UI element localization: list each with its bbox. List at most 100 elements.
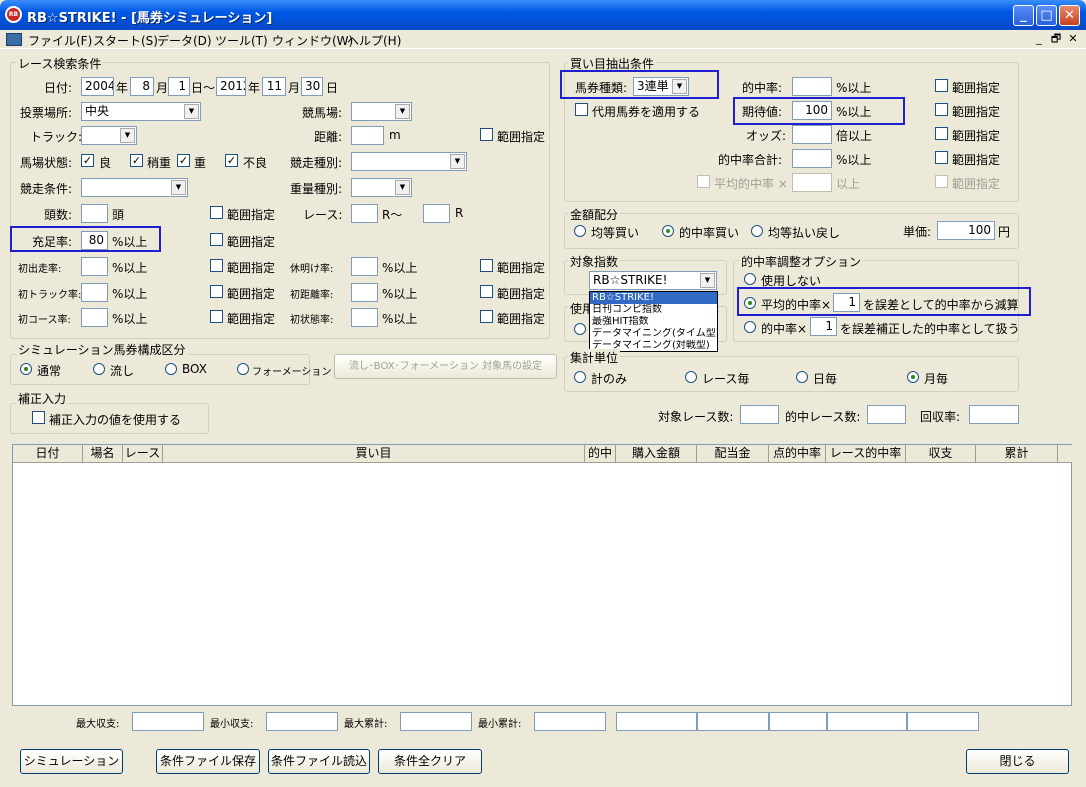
minimize-button[interactable]: _	[1013, 5, 1034, 26]
start-day-input[interactable]: 1	[168, 77, 190, 96]
first-cond-input[interactable]	[351, 308, 378, 327]
chevron-down-icon[interactable]: ▼	[395, 104, 410, 119]
chevron-down-icon[interactable]: ▼	[700, 273, 715, 288]
aggregate-month-radio[interactable]	[907, 371, 919, 383]
first-track-input[interactable]	[81, 283, 108, 302]
index-select[interactable]: RB☆STRIKE! ▼	[589, 271, 717, 290]
col-hit[interactable]: 的中	[585, 445, 616, 463]
clear-conditions-button[interactable]: 条件全クリア	[378, 749, 482, 774]
close-window-button[interactable]: ✕	[1059, 5, 1080, 26]
first-run-range-checkbox[interactable]	[210, 259, 223, 272]
mdi-restore-button[interactable]: 🗗	[1049, 33, 1063, 46]
col-bets[interactable]: 買い目	[163, 445, 585, 463]
first-track-range-checkbox[interactable]	[210, 285, 223, 298]
odds-input[interactable]	[792, 125, 832, 144]
fill-rate-range-checkbox[interactable]	[210, 233, 223, 246]
index-option[interactable]: データマイニング(タイム型)	[590, 328, 717, 340]
rest-input[interactable]	[351, 257, 378, 276]
col-balance[interactable]: 収支	[906, 445, 976, 463]
title-bar[interactable]: RB RB☆STRIKE! - [馬券シミュレーション] _ □ ✕	[0, 0, 1086, 30]
track-place-select[interactable]: ▼	[351, 102, 412, 121]
sim-normal-radio[interactable]	[20, 363, 32, 375]
sim-nagashi-radio[interactable]	[93, 363, 105, 375]
hit-rate-range-checkbox[interactable]	[935, 79, 948, 92]
heads-range-checkbox[interactable]	[210, 206, 223, 219]
start-month-input[interactable]: 8	[130, 77, 154, 96]
chevron-down-icon[interactable]: ▼	[184, 104, 199, 119]
aggregate-race-radio[interactable]	[685, 371, 697, 383]
distance-range-checkbox[interactable]	[480, 128, 493, 141]
cond-slightly-checkbox[interactable]: ✓	[130, 154, 143, 167]
race-from-input[interactable]	[351, 204, 378, 223]
avg-hit-input[interactable]	[792, 173, 832, 192]
col-race[interactable]: レース	[123, 445, 163, 463]
save-conditions-button[interactable]: 条件ファイル保存	[156, 749, 260, 774]
hit-total-range-checkbox[interactable]	[935, 151, 948, 164]
index-dropdown-list[interactable]: RB☆STRIKE! 日刊コンピ指数 最強HIT指数 データマイニング(タイム型…	[589, 291, 718, 352]
col-cumulative[interactable]: 累計	[976, 445, 1058, 463]
substitute-checkbox[interactable]	[575, 103, 588, 116]
menu-start[interactable]: スタート(S)	[93, 32, 158, 49]
col-date[interactable]: 日付	[13, 445, 83, 463]
adjust-rate-radio[interactable]	[744, 321, 756, 333]
chevron-down-icon[interactable]: ▼	[450, 154, 465, 169]
unit-price-input[interactable]: 100	[937, 221, 995, 240]
menu-window[interactable]: ウィンドウ(W)	[272, 32, 353, 49]
hit-rate-input[interactable]	[792, 77, 832, 96]
chevron-down-icon[interactable]: ▼	[171, 180, 186, 195]
cond-bad-checkbox[interactable]: ✓	[225, 154, 238, 167]
odds-range-checkbox[interactable]	[935, 127, 948, 140]
end-day-input[interactable]: 30	[301, 77, 323, 96]
use-radio[interactable]	[574, 323, 586, 335]
simulate-button[interactable]: シミュレーション	[20, 749, 123, 774]
correction-checkbox[interactable]	[32, 411, 45, 424]
venue-select[interactable]: 中央 ▼	[81, 102, 201, 121]
avg-hit-checkbox[interactable]	[697, 175, 710, 188]
cond-heavy-checkbox[interactable]: ✓	[177, 154, 190, 167]
index-option[interactable]: RB☆STRIKE!	[590, 292, 717, 304]
start-year-input[interactable]: 2004	[81, 77, 114, 96]
chevron-down-icon[interactable]: ▼	[395, 180, 410, 195]
col-payout[interactable]: 配当金	[697, 445, 769, 463]
aggregate-total-radio[interactable]	[574, 371, 586, 383]
first-dist-range-checkbox[interactable]	[480, 285, 493, 298]
close-button[interactable]: 閉じる	[966, 749, 1069, 774]
aggregate-day-radio[interactable]	[796, 371, 808, 383]
menu-file[interactable]: ファイル(F)	[28, 32, 92, 49]
allocation-hit-radio[interactable]	[662, 225, 674, 237]
col-venue[interactable]: 場名	[83, 445, 123, 463]
maximize-button[interactable]: □	[1036, 5, 1057, 26]
mdi-minimize-button[interactable]: _	[1032, 33, 1046, 46]
end-year-input[interactable]: 2012	[216, 77, 246, 96]
allocation-payout-radio[interactable]	[751, 225, 763, 237]
results-table[interactable]: 日付 場名 レース 買い目 的中 購入金額 配当金 点的中率 レース的中率 収支…	[12, 444, 1072, 706]
weight-type-select[interactable]: ▼	[351, 178, 412, 197]
index-option[interactable]: 日刊コンピ指数	[590, 304, 717, 316]
first-cond-range-checkbox[interactable]	[480, 310, 493, 323]
track-select[interactable]: ▼	[81, 126, 137, 145]
hit-total-input[interactable]	[792, 149, 832, 168]
set-target-horses-button[interactable]: 流し･BOX･フォーメーション 対象馬の設定	[334, 354, 557, 379]
race-to-input[interactable]	[423, 204, 450, 223]
heads-input[interactable]	[81, 204, 108, 223]
col-point-hit-rate[interactable]: 点的中率	[769, 445, 826, 463]
col-purchase[interactable]: 購入金額	[616, 445, 697, 463]
menu-help[interactable]: ヘルプ(H)	[347, 32, 401, 49]
adjust-rate-input[interactable]: 1	[810, 317, 837, 336]
sim-formation-radio[interactable]	[237, 363, 249, 375]
index-option[interactable]: 最強HIT指数	[590, 316, 717, 328]
sim-box-radio[interactable]	[165, 363, 177, 375]
adjust-none-radio[interactable]	[744, 273, 756, 285]
race-cond-select[interactable]: ▼	[81, 178, 188, 197]
distance-input[interactable]	[351, 126, 384, 145]
allocation-equal-radio[interactable]	[574, 225, 586, 237]
mdi-window-icon[interactable]	[6, 33, 22, 46]
expected-range-checkbox[interactable]	[935, 103, 948, 116]
load-conditions-button[interactable]: 条件ファイル読込	[268, 749, 370, 774]
avg-hit-range-checkbox[interactable]	[935, 175, 948, 188]
menu-data[interactable]: データ(D)	[157, 32, 212, 49]
first-course-range-checkbox[interactable]	[210, 310, 223, 323]
rest-range-checkbox[interactable]	[480, 259, 493, 272]
first-run-input[interactable]	[81, 257, 108, 276]
mdi-close-button[interactable]: ✕	[1066, 33, 1080, 46]
